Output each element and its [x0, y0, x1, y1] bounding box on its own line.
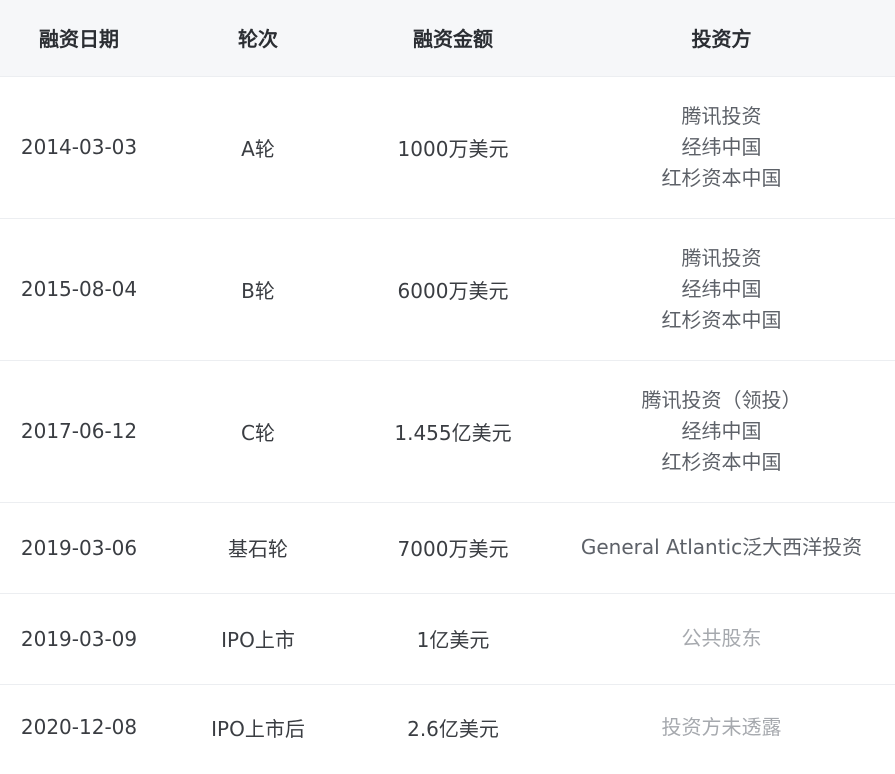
- table-header: 融资日期 轮次 融资金额 投资方: [0, 0, 895, 76]
- investor-name: 红杉资本中国: [661, 307, 782, 332]
- table-row: 2015-08-04 B轮 6000万美元 腾讯投资 经纬中国 红杉资本中国: [0, 218, 895, 360]
- investor-name: 红杉资本中国: [661, 165, 782, 190]
- investor-name: 经纬中国: [681, 134, 762, 159]
- cell-round: IPO上市: [221, 628, 295, 652]
- investor-name: 经纬中国: [681, 418, 762, 443]
- cell-investors: 腾讯投资（领投） 经纬中国 红杉资本中国: [548, 360, 895, 502]
- header-date: 融资日期: [39, 27, 119, 52]
- table-body: 2014-03-03 A轮 1000万美元 腾讯投资 经纬中国 红杉资本中国 2…: [0, 76, 895, 770]
- header-row: 融资日期 轮次 融资金额 投资方: [0, 0, 895, 76]
- cell-round: 基石轮: [228, 537, 288, 561]
- cell-amount: 6000万美元: [397, 278, 509, 303]
- funding-table: 融资日期 轮次 融资金额 投资方 2014-03-03 A轮 1000万美元 腾…: [0, 0, 895, 770]
- cell-amount: 1000万美元: [397, 136, 509, 161]
- cell-investors: 投资方未透露: [548, 684, 895, 770]
- header-amount: 融资金额: [413, 27, 493, 52]
- cell-date: 2014-03-03: [20, 135, 138, 159]
- investor-name-muted: 投资方未透露: [661, 714, 782, 739]
- investor-name: 腾讯投资: [681, 103, 762, 128]
- cell-date: 2019-03-09: [20, 626, 138, 651]
- cell-investors: 公共股东: [548, 593, 895, 684]
- cell-date: 2020-12-08: [20, 715, 138, 740]
- cell-amount: 2.6亿美元: [407, 716, 499, 741]
- cell-investors: General Atlantic泛大西洋投资: [548, 502, 895, 593]
- cell-round: A轮: [241, 136, 275, 161]
- cell-amount: 1.455亿美元: [394, 420, 512, 445]
- table-row: 2020-12-08 IPO上市后 2.6亿美元 投资方未透露: [0, 684, 895, 770]
- table-row: 2019-03-09 IPO上市 1亿美元 公共股东: [0, 593, 895, 684]
- cell-date: 2019-03-06: [20, 535, 138, 560]
- cell-date: 2017-06-12: [20, 419, 138, 443]
- cell-round: B轮: [241, 278, 275, 303]
- header-round: 轮次: [238, 27, 278, 52]
- cell-date: 2015-08-04: [20, 277, 138, 301]
- investor-name: General Atlantic泛大西洋投资: [580, 535, 863, 559]
- cell-amount: 7000万美元: [397, 537, 509, 561]
- investor-name: 红杉资本中国: [661, 449, 782, 474]
- cell-investors: 腾讯投资 经纬中国 红杉资本中国: [548, 76, 895, 218]
- cell-amount: 1亿美元: [416, 628, 490, 652]
- table-row: 2019-03-06 基石轮 7000万美元 General Atlantic泛…: [0, 502, 895, 593]
- investor-name: 腾讯投资（领投）: [641, 387, 802, 412]
- investor-name: 腾讯投资: [681, 245, 762, 270]
- table-row: 2014-03-03 A轮 1000万美元 腾讯投资 经纬中国 红杉资本中国: [0, 76, 895, 218]
- cell-round: C轮: [241, 420, 275, 445]
- cell-investors: 腾讯投资 经纬中国 红杉资本中国: [548, 218, 895, 360]
- cell-round: IPO上市后: [211, 716, 305, 741]
- header-investor: 投资方: [691, 27, 752, 52]
- investor-name: 经纬中国: [681, 276, 762, 301]
- investor-name-muted: 公共股东: [681, 626, 762, 650]
- table-row: 2017-06-12 C轮 1.455亿美元 腾讯投资（领投） 经纬中国 红杉资…: [0, 360, 895, 502]
